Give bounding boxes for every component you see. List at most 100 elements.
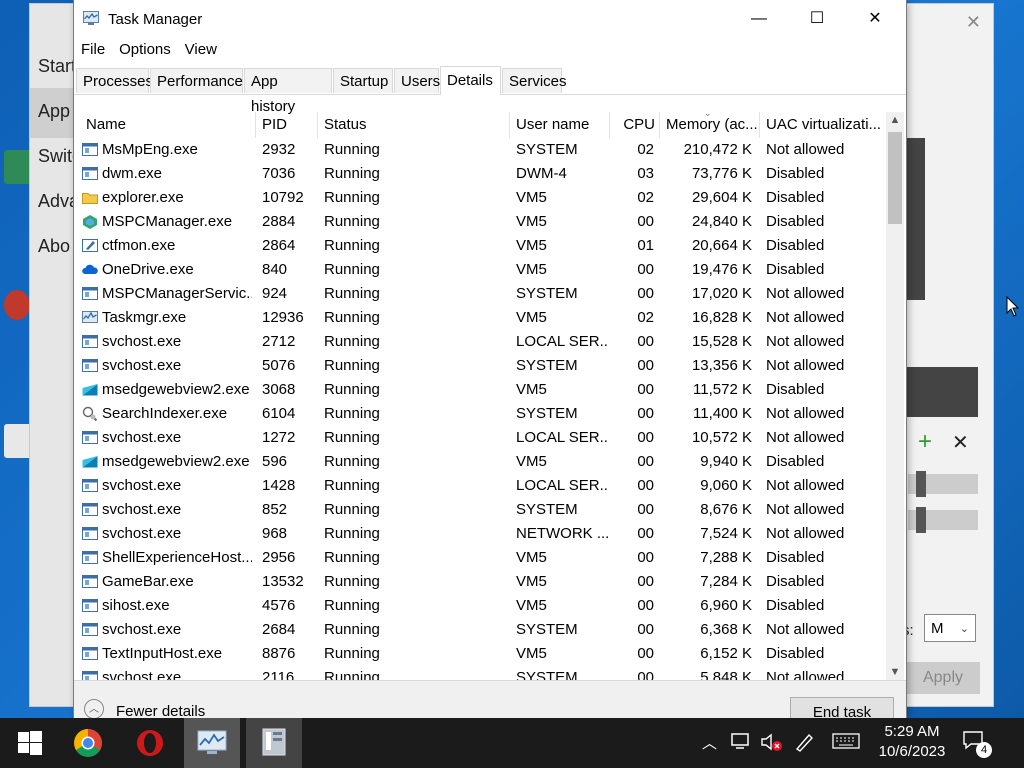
column-header-pid[interactable]: PID [256,112,318,138]
end-task-button[interactable]: End task [790,697,894,718]
settings-close-icon[interactable]: ✕ [966,12,981,33]
table-row[interactable]: svchost.exe 852 Running SYSTEM 00 8,676 K Not … [74,498,886,522]
settings-sidebar-item[interactable]: App [38,101,70,122]
chevron-down-icon: ⌄ [959,623,969,635]
notification-center-button[interactable]: 4 [962,730,992,758]
vertical-scrollbar[interactable]: ▲ ▼ [886,112,904,680]
table-row[interactable]: OneDrive.exe 840 Running VM5 00 19,476 K Disab… [74,258,886,282]
table-row[interactable]: svchost.exe 2116 Running SYSTEM 00 5,848 K Not… [74,666,886,680]
settings-slider-thumb[interactable] [916,471,926,497]
table-row[interactable]: explorer.exe 10792 Running VM5 02 29,604 K Dis… [74,186,886,210]
remove-icon[interactable]: ✕ [952,430,969,455]
table-row[interactable]: svchost.exe 5076 Running SYSTEM 00 13,356 K No… [74,354,886,378]
settings-slider-thumb[interactable] [916,507,926,533]
process-memory: 11,400 K [693,405,752,422]
taskbar-settings[interactable] [246,718,302,768]
menu-file[interactable]: File [81,38,105,62]
tab-details[interactable]: Details [440,66,501,95]
pen-icon[interactable] [794,732,816,752]
add-icon[interactable]: + [918,428,932,456]
process-cpu: 00 [637,549,654,566]
fewer-details-link[interactable]: Fewer details [116,703,205,718]
process-name: ShellExperienceHost.... [102,549,252,566]
table-row[interactable]: MsMpEng.exe 2932 Running SYSTEM 02 210,472 K N… [74,138,886,162]
taskbar-task-manager[interactable] [184,718,240,768]
process-status: Running [324,525,380,542]
process-user: VM5 [516,645,547,662]
process-user: LOCAL SER... [516,477,608,494]
process-uac: Not allowed [766,669,845,680]
column-header-name[interactable]: Name [80,112,256,138]
settings-sidebar-item[interactable]: Start [38,56,76,77]
apply-button[interactable]: Apply [906,662,980,694]
column-header-status[interactable]: Status [318,112,510,138]
settings-sidebar-item[interactable]: Adva [38,191,79,212]
process-uac: Disabled [766,381,825,398]
taskbar-chrome[interactable] [60,718,116,768]
desktop-icon-pc[interactable] [4,150,32,184]
start-button[interactable] [2,718,58,768]
process-name: svchost.exe [102,669,182,680]
table-row[interactable]: msedgewebview2.exe 596 Running VM5 00 9,940 K… [74,450,886,474]
tab-processes[interactable]: Processes [76,68,153,93]
clock-date: 10/6/2023 [878,743,946,760]
table-row[interactable]: svchost.exe 968 Running NETWORK ... 00 7,524 … [74,522,886,546]
table-row[interactable]: MSPCManagerServic... 924 Running SYSTEM 00 17… [74,282,886,306]
scrollbar-thumb[interactable] [888,132,902,224]
table-row[interactable]: Taskmgr.exe 12936 Running VM5 02 16,828 K Not … [74,306,886,330]
table-row[interactable]: svchost.exe 1272 Running LOCAL SER... 00 10,5… [74,426,886,450]
table-row[interactable]: TextInputHost.exe 8876 Running VM5 00 6,152 K… [74,642,886,666]
process-status: Running [324,597,380,614]
minimize-button[interactable]: — [730,0,788,38]
title-bar[interactable]: Task Manager — ☐ ✕ [74,0,906,38]
table-row[interactable]: ctfmon.exe 2864 Running VM5 01 20,664 K Disabl… [74,234,886,258]
scroll-down-icon[interactable]: ▼ [886,666,904,678]
table-row[interactable]: dwm.exe 7036 Running DWM-4 03 73,776 K Disable… [74,162,886,186]
tab-services[interactable]: Services [502,68,567,93]
taskbar-opera[interactable] [122,718,178,768]
pcmanager-icon [83,215,97,229]
process-name: GameBar.exe [102,573,194,590]
column-header-user-name[interactable]: User name [510,112,610,138]
process-uac: Not allowed [766,621,845,638]
table-row[interactable]: sihost.exe 4576 Running VM5 00 6,960 K Disable… [74,594,886,618]
table-row[interactable]: msedgewebview2.exe 3068 Running VM5 00 11,572… [74,378,886,402]
table-row[interactable]: svchost.exe 2684 Running SYSTEM 00 6,368 K Not… [74,618,886,642]
table-row[interactable]: svchost.exe 2712 Running LOCAL SER... 00 15,5… [74,330,886,354]
process-uac: Disabled [766,573,825,590]
column-header-cpu[interactable]: CPU [610,112,660,138]
table-row[interactable]: SearchIndexer.exe 6104 Running SYSTEM 00 11,4… [74,402,886,426]
scroll-up-icon[interactable]: ▲ [886,114,904,126]
maximize-button[interactable]: ☐ [788,0,846,38]
column-header-uac[interactable]: UAC virtualizati... [760,112,884,138]
desktop-icon-opera[interactable] [4,290,30,320]
process-user: SYSTEM [516,357,578,374]
process-pid: 4576 [262,597,296,614]
table-row[interactable]: GameBar.exe 13532 Running VM5 00 7,284 K Disab… [74,570,886,594]
tab-app-history[interactable]: App history [244,68,332,115]
process-uac: Disabled [766,165,825,182]
table-row[interactable]: svchost.exe 1428 Running LOCAL SER... 00 9,06… [74,474,886,498]
table-row[interactable]: MSPCManager.exe 2884 Running VM5 00 24,840 K D… [74,210,886,234]
network-icon[interactable] [730,732,752,750]
clock[interactable]: 5:29 AM 10/6/2023 [872,722,952,762]
process-uac: Disabled [766,549,825,566]
table-row[interactable]: ShellExperienceHost.... 2956 Running VM5 00 7… [74,546,886,570]
chevron-up-icon[interactable]: ︿ [84,699,104,718]
settings-sidebar-item[interactable]: Abo [38,236,70,257]
column-header-memory[interactable]: Memory (ac... [660,112,760,138]
close-button[interactable]: ✕ [846,0,904,38]
process-cpu: 03 [637,165,654,182]
process-cpu: 00 [637,453,654,470]
menu-view[interactable]: View [185,38,217,62]
chevron-up-icon[interactable]: ︿ [702,732,717,753]
tab-performance[interactable]: Performance [150,68,243,93]
tab-startup[interactable]: Startup [333,68,393,93]
keyboard-icon[interactable] [832,732,860,750]
menu-options[interactable]: Options [119,38,171,62]
process-user: LOCAL SER... [516,333,608,350]
volume-muted-icon[interactable] [760,732,784,752]
desktop-icon-file[interactable] [4,424,32,458]
tab-users[interactable]: Users [394,68,440,93]
settings-select[interactable]: M ⌄ [924,614,976,642]
